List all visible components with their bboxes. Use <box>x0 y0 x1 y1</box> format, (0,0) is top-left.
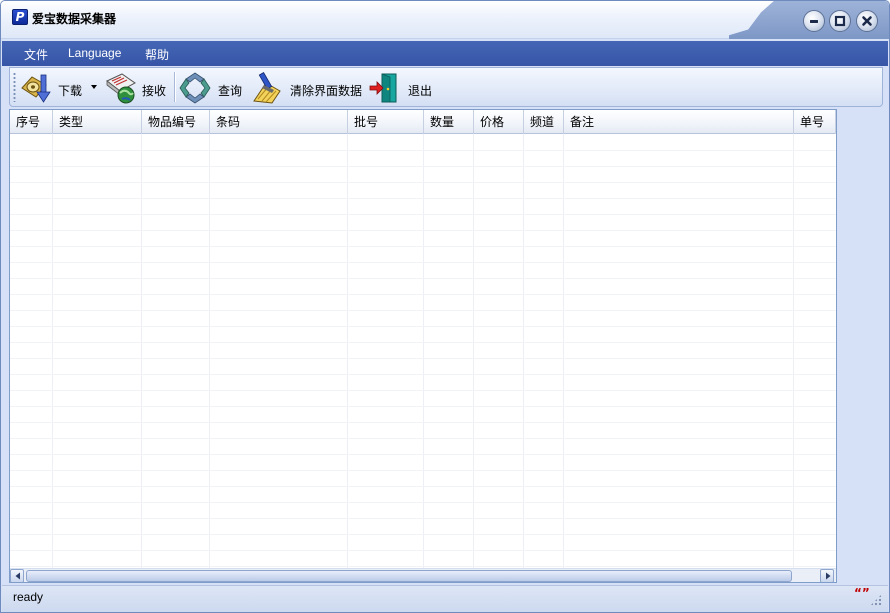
resize-grip[interactable] <box>870 594 882 606</box>
column-header-quantity[interactable]: 数量 <box>424 110 474 134</box>
app-icon[interactable]: P <box>12 9 28 25</box>
row-divider <box>10 502 836 503</box>
menu-bar: 文件 Language 帮助 <box>2 41 888 66</box>
row-divider <box>10 342 836 343</box>
clear-data-label: 清除界面数据 <box>290 84 363 98</box>
column-header-remark[interactable]: 备注 <box>564 110 794 134</box>
exit-button[interactable]: 退出 <box>368 70 434 104</box>
title-bar[interactable]: P 爱宝数据采集器 <box>1 1 889 39</box>
row-divider <box>10 438 836 439</box>
column-header-channel[interactable]: 频道 <box>524 110 564 134</box>
row-divider <box>10 406 836 407</box>
query-icon <box>179 72 211 104</box>
column-header-price[interactable]: 价格 <box>474 110 524 134</box>
receive-label: 接收 <box>142 84 167 98</box>
status-indicator: “” <box>854 586 870 600</box>
maximize-button[interactable] <box>829 10 851 32</box>
row-divider <box>10 198 836 199</box>
row-divider <box>10 566 836 567</box>
status-bar: ready “” <box>2 585 888 612</box>
dropdown-arrow-icon[interactable] <box>90 84 98 90</box>
status-text: ready <box>13 590 44 604</box>
row-divider <box>10 486 836 487</box>
download-label: 下载 <box>58 84 83 98</box>
row-divider <box>10 326 836 327</box>
data-table[interactable]: 序号 类型 物品编号 条码 批号 数量 价格 频道 备注 单号 <box>9 109 837 583</box>
row-divider <box>10 550 836 551</box>
row-divider <box>10 390 836 391</box>
maximize-icon <box>834 15 846 27</box>
column-header-order-no[interactable]: 单号 <box>794 110 836 134</box>
scroll-thumb[interactable] <box>26 570 792 582</box>
row-divider <box>10 262 836 263</box>
exit-door-icon <box>369 73 397 103</box>
close-icon <box>862 16 872 26</box>
row-divider <box>10 246 836 247</box>
row-divider <box>10 150 836 151</box>
menu-file[interactable]: 文件 <box>24 46 48 63</box>
exit-label: 退出 <box>408 84 433 98</box>
scroll-right-button[interactable] <box>820 569 834 582</box>
menu-language[interactable]: Language <box>68 46 121 60</box>
main-window: P 爱宝数据采集器 文件 Language 帮助 下载 接收 查询 清除界面数据… <box>0 0 890 613</box>
column-header-index[interactable]: 序号 <box>10 110 53 134</box>
row-divider <box>10 534 836 535</box>
row-divider <box>10 518 836 519</box>
minimize-button[interactable] <box>803 10 825 32</box>
row-divider <box>10 470 836 471</box>
broom-icon <box>253 72 281 104</box>
scroll-left-button[interactable] <box>10 569 24 582</box>
menu-help[interactable]: 帮助 <box>145 46 169 63</box>
table-body[interactable] <box>10 134 836 568</box>
column-header-barcode[interactable]: 条码 <box>210 110 348 134</box>
close-button[interactable] <box>856 10 878 32</box>
table-header: 序号 类型 物品编号 条码 批号 数量 价格 频道 备注 单号 <box>10 110 836 134</box>
column-header-batch[interactable]: 批号 <box>348 110 424 134</box>
toolbar-grip[interactable] <box>13 72 16 102</box>
download-icon <box>21 74 51 103</box>
row-divider <box>10 166 836 167</box>
receive-icon <box>106 73 136 104</box>
receive-button[interactable]: 接收 <box>104 70 170 104</box>
chevron-right-icon <box>826 572 831 580</box>
row-divider <box>10 374 836 375</box>
column-header-item-code[interactable]: 物品编号 <box>142 110 210 134</box>
row-divider <box>10 230 836 231</box>
chevron-left-icon <box>15 572 20 580</box>
row-divider <box>10 422 836 423</box>
row-divider <box>10 294 836 295</box>
query-button[interactable]: 查询 <box>178 70 246 104</box>
clear-data-button[interactable]: 清除界面数据 <box>250 70 364 104</box>
column-header-type[interactable]: 类型 <box>53 110 142 134</box>
row-divider <box>10 358 836 359</box>
row-divider <box>10 310 836 311</box>
download-button[interactable]: 下载 <box>18 70 102 104</box>
query-label: 查询 <box>218 84 243 98</box>
toolbar: 下载 接收 查询 清除界面数据 退出 <box>9 67 883 107</box>
window-title: 爱宝数据采集器 <box>32 12 117 26</box>
row-divider <box>10 278 836 279</box>
horizontal-scrollbar[interactable] <box>10 568 836 582</box>
row-divider <box>10 454 836 455</box>
row-divider <box>10 214 836 215</box>
toolbar-separator <box>174 72 175 102</box>
minimize-icon <box>810 20 818 23</box>
row-divider <box>10 182 836 183</box>
